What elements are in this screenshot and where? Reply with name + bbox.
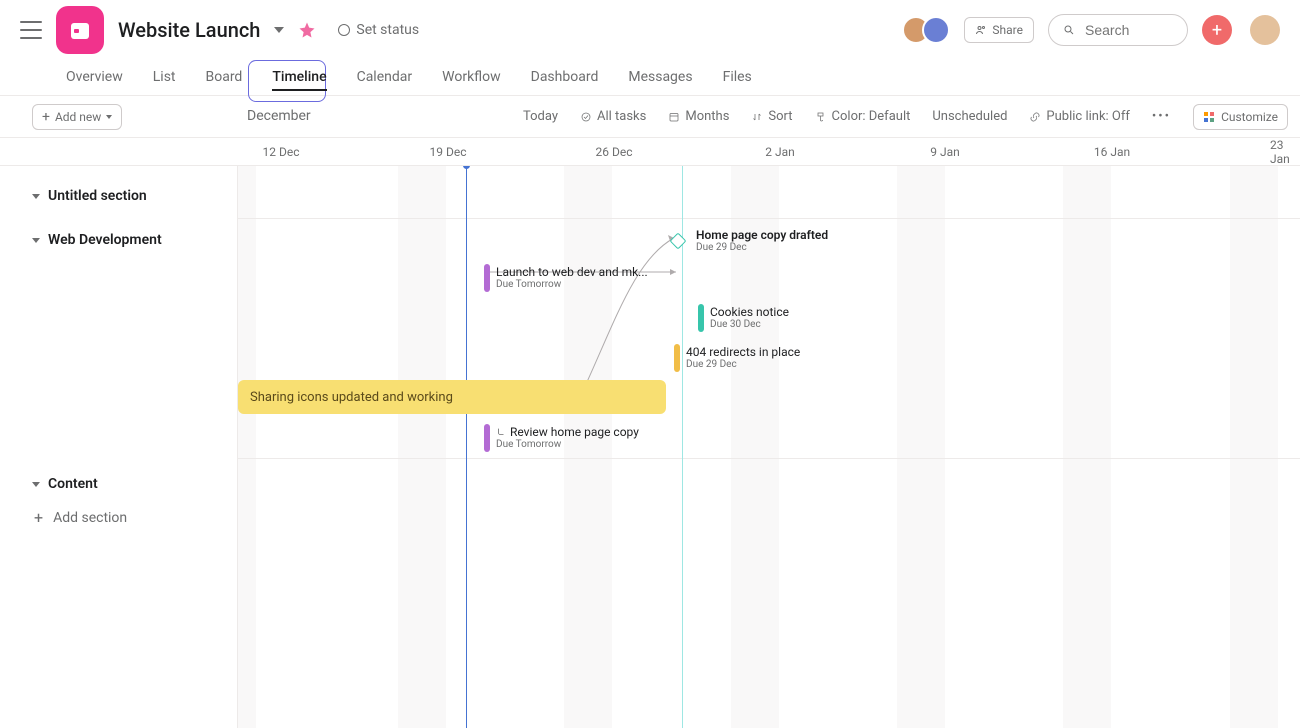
section-content[interactable]: Content (0, 468, 237, 500)
task-pill (484, 264, 490, 292)
avatar[interactable] (922, 16, 950, 44)
check-circle-icon (580, 111, 592, 123)
calendar-small-icon (668, 111, 680, 123)
task-launch[interactable]: Launch to web dev and mk... Due Tomorrow (484, 264, 648, 292)
chevron-down-icon (32, 238, 40, 243)
user-avatar[interactable] (1250, 15, 1280, 45)
grid-icon (1203, 111, 1215, 123)
project-caret-icon[interactable] (274, 27, 284, 33)
add-section-button[interactable]: + Add section (0, 500, 237, 535)
subtask-icon (496, 427, 506, 437)
date-tick: 16 Jan (1094, 145, 1130, 159)
set-status-button[interactable]: Set status (330, 18, 427, 42)
collaborator-avatars[interactable] (910, 16, 950, 44)
tab-list[interactable]: List (149, 69, 180, 95)
section-untitled[interactable]: Untitled section (0, 180, 237, 212)
today-marker (466, 166, 467, 728)
tab-board[interactable]: Board (202, 69, 247, 95)
timeline-grid[interactable]: Home page copy drafted Due 29 Dec Launch… (238, 166, 1300, 728)
unscheduled-button[interactable]: Unscheduled (932, 109, 1007, 124)
chevron-down-icon (106, 115, 112, 119)
timeline-toolbar: + Add new December Today All tasks Month… (0, 96, 1300, 138)
tab-workflow[interactable]: Workflow (438, 69, 505, 95)
status-label: Set status (356, 22, 419, 38)
date-tick: 26 Dec (596, 145, 633, 159)
task-redirects[interactable]: 404 redirects in place Due 29 Dec (674, 344, 800, 372)
task-pill (484, 424, 490, 452)
search-icon (1063, 24, 1075, 36)
topbar: Website Launch Set status Share + (0, 0, 1300, 60)
section-webdev[interactable]: Web Development (0, 224, 237, 256)
link-icon (1029, 111, 1041, 123)
search-input[interactable] (1083, 21, 1163, 39)
color-button[interactable]: Color: Default (815, 109, 911, 124)
tab-timeline[interactable]: Timeline (268, 69, 330, 95)
section-divider (238, 458, 1300, 459)
paint-icon (815, 111, 827, 123)
sort-button[interactable]: Sort (751, 109, 792, 124)
today-button[interactable]: Today (523, 109, 558, 124)
task-milestone-home-copy[interactable]: Home page copy drafted Due 29 Dec (672, 228, 828, 254)
zoom-months[interactable]: Months (668, 109, 729, 124)
global-add-button[interactable]: + (1202, 15, 1232, 45)
sort-icon (751, 111, 763, 123)
date-header: 12 Dec 19 Dec 26 Dec 2 Jan 9 Jan 16 Jan … (0, 138, 1300, 166)
chevron-down-icon (32, 194, 40, 199)
tab-files[interactable]: Files (719, 69, 756, 95)
tab-messages[interactable]: Messages (624, 69, 696, 95)
tab-dashboard[interactable]: Dashboard (527, 69, 603, 95)
milestone-diamond-icon (670, 233, 687, 250)
sections-sidebar: Untitled section Web Development Content… (0, 166, 238, 728)
project-icon[interactable] (56, 6, 104, 54)
people-icon (975, 24, 987, 36)
calendar-glyph-icon (68, 18, 92, 42)
more-menu[interactable]: ••• (1152, 109, 1171, 124)
public-link-button[interactable]: Public link: Off (1029, 109, 1129, 124)
add-new-label: Add new (55, 110, 101, 124)
share-label: Share (992, 23, 1023, 37)
tab-calendar[interactable]: Calendar (353, 69, 417, 95)
month-label: December (247, 108, 311, 124)
filter-all-tasks[interactable]: All tasks (580, 109, 646, 124)
add-new-button[interactable]: + Add new (32, 104, 122, 130)
menu-icon[interactable] (20, 21, 42, 39)
date-tick: 2 Jan (765, 145, 795, 159)
project-title[interactable]: Website Launch (118, 18, 260, 42)
star-icon[interactable] (298, 21, 316, 39)
date-tick: 19 Dec (430, 145, 467, 159)
section-divider (238, 218, 1300, 219)
share-button[interactable]: Share (964, 17, 1034, 43)
tab-overview[interactable]: Overview (62, 69, 127, 95)
task-pill (674, 344, 680, 372)
date-tick: 12 Dec (263, 145, 300, 159)
timeline-body: Untitled section Web Development Content… (0, 166, 1300, 728)
task-cookies[interactable]: Cookies notice Due 30 Dec (698, 304, 789, 332)
task-bar-sharing[interactable]: Sharing icons updated and working (238, 380, 666, 414)
date-tick: 9 Jan (930, 145, 960, 159)
date-tick: 23 Jan (1270, 138, 1290, 166)
status-circle-icon (338, 24, 350, 36)
search-box[interactable] (1048, 14, 1188, 46)
chevron-down-icon (32, 482, 40, 487)
task-pill (698, 304, 704, 332)
customize-button[interactable]: Customize (1193, 104, 1288, 130)
project-tabs: Overview List Board Timeline Calendar Wo… (0, 60, 1300, 96)
task-review[interactable]: Review home page copy Due Tomorrow (484, 424, 639, 452)
